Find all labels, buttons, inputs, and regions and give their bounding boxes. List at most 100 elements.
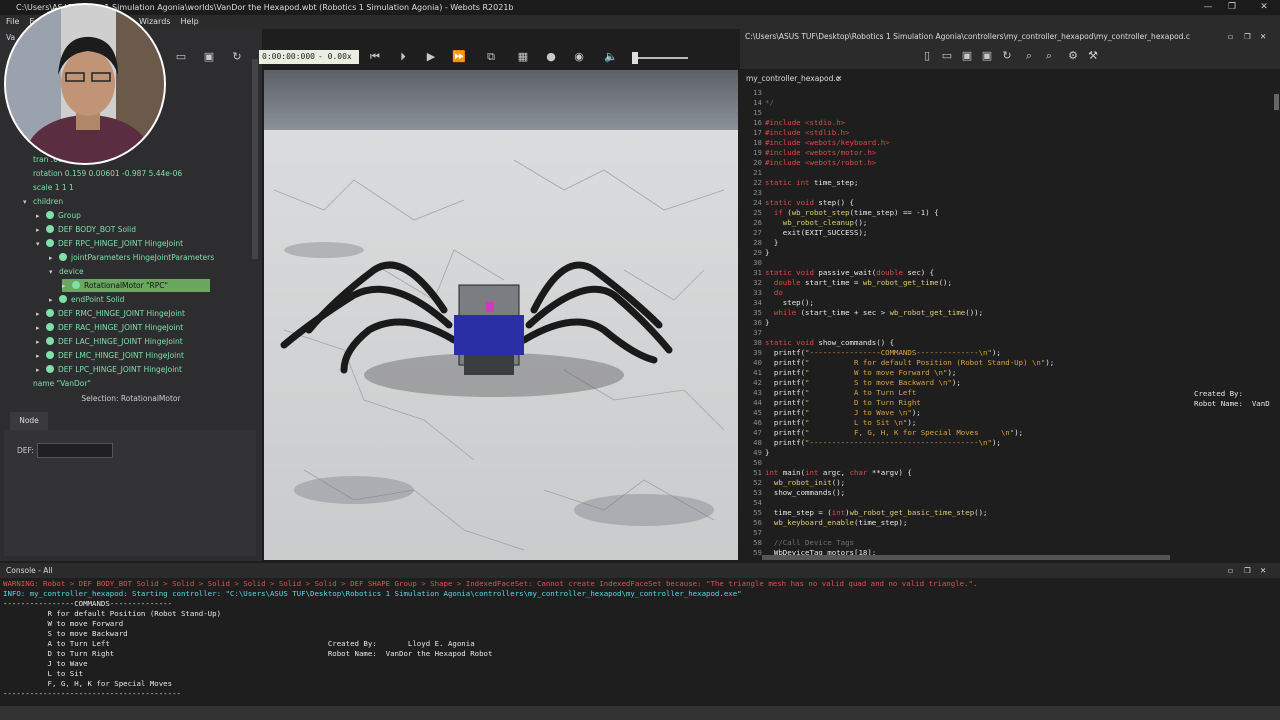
tab-my-controller-hexapod[interactable]: my_controller_hexapod.c ✕ [740, 70, 848, 87]
tree-node[interactable]: ▾ children [23, 195, 63, 208]
restore-icon[interactable]: ❐ [1220, 0, 1244, 15]
tab-close-icon[interactable]: ✕ [836, 70, 842, 87]
fast-forward-icon[interactable]: ⏩ [452, 50, 466, 64]
tree-node[interactable]: ▸ RotationalMotor "RPC" [62, 279, 210, 292]
code-token: wb_robot_init [765, 478, 832, 487]
tree-node[interactable]: ▸ jointParameters HingeJointParameters [49, 251, 214, 264]
expand-arrow-icon[interactable]: ▸ [36, 210, 46, 223]
code-token: " A to Turn Left [805, 388, 917, 397]
play-icon[interactable]: ▶ [424, 50, 438, 64]
tree-node[interactable]: ▸ DEF BODY_BOT Solid [36, 223, 136, 236]
tree-node[interactable]: ▸ DEF LAC_HINGE_JOINT HingeJoint [36, 335, 183, 348]
code-line: 34 step(); [740, 298, 814, 308]
record-icon[interactable]: ● [544, 50, 558, 64]
tree-node[interactable]: ▾ device [49, 265, 84, 278]
volume-slider[interactable] [632, 57, 688, 59]
code-token: ()); [965, 308, 984, 317]
code-line: 14 */ [740, 98, 774, 108]
code-hscrollbar[interactable] [762, 555, 1170, 560]
code-editor[interactable]: Created By: Robot Name: VanD 13 14 */15 16 #… [740, 88, 1274, 555]
build-icon[interactable]: ⚙ [1066, 49, 1080, 63]
line-number: 54 [753, 498, 762, 507]
editor-minimize-icon[interactable]: ▫ [1228, 29, 1233, 45]
code-line: 41 printf(" W to move Forward \n"); [740, 368, 956, 378]
line-number: 24 [753, 198, 762, 207]
tree-node[interactable]: ▸ DEF RMC_HINGE_JOINT HingeJoint [36, 307, 185, 320]
save-file-icon[interactable]: ▣ [980, 49, 994, 63]
node-dot-icon [46, 225, 54, 233]
tree-node-label: DEF RPC_HINGE_JOINT HingeJoint [58, 239, 184, 248]
save-world-icon[interactable]: ▣ [202, 50, 216, 64]
expand-arrow-icon[interactable]: ▸ [36, 322, 46, 335]
screenshot-icon[interactable]: ◉ [572, 50, 586, 64]
menu-item[interactable]: Wizards [139, 15, 170, 29]
code-token: if [765, 208, 788, 217]
expand-arrow-icon[interactable]: ▸ [36, 308, 46, 321]
def-input[interactable] [37, 443, 113, 458]
expand-arrow-icon[interactable]: ▸ [49, 294, 59, 307]
code-token: int [831, 508, 846, 517]
expand-arrow-icon[interactable]: ▾ [23, 196, 33, 209]
code-token: (); [938, 278, 952, 287]
rendering-icon[interactable]: ⧉ [484, 50, 498, 64]
tree-node[interactable]: scale 1 1 1 [23, 181, 74, 194]
line-number: 52 [753, 478, 762, 487]
tree-node[interactable]: ▸ Group [36, 209, 81, 222]
tree-node[interactable]: ▸ DEF RAC_HINGE_JOINT HingeJoint [36, 321, 183, 334]
tree-node[interactable]: ▸ DEF LMC_HINGE_JOINT HingeJoint [36, 349, 184, 362]
replace-icon[interactable]: ⌕ [1042, 49, 1056, 63]
code-token: sec) { [907, 268, 935, 277]
step-icon[interactable]: ⏵ [396, 50, 410, 64]
reset-simulation-icon[interactable]: ⏮ [368, 50, 382, 64]
editor-close-icon[interactable]: ✕ [1260, 29, 1266, 45]
tree-node[interactable]: ▸ endPoint Solid [49, 293, 124, 306]
console-restore-icon[interactable]: ❐ [1244, 563, 1251, 578]
editor-restore-icon[interactable]: ❐ [1244, 29, 1251, 45]
revert-icon[interactable]: ↻ [1000, 49, 1014, 63]
close-icon[interactable]: ✕ [1252, 0, 1276, 15]
scene-tree-scrollbar[interactable] [252, 59, 258, 259]
tree-node[interactable]: name "VanDor" [23, 377, 91, 390]
save-disabled-icon[interactable]: ▣ [960, 49, 974, 63]
tree-node[interactable]: ▾ DEF RPC_HINGE_JOINT HingeJoint [36, 237, 183, 250]
expand-arrow-icon[interactable]: ▸ [36, 336, 46, 349]
simulation-time: 0:00:00:000 - 0.00x [259, 50, 359, 64]
tree-node[interactable]: ▸ DEF LPC_HINGE_JOINT HingeJoint [36, 363, 182, 376]
expand-arrow-icon[interactable]: ▸ [36, 224, 46, 237]
window-titlebar: C:\Users\AS \Robotics 1 Simulation Agoni… [0, 0, 1280, 15]
find-icon[interactable]: ⌕ [1022, 49, 1036, 63]
console-output[interactable]: WARNING: Robot > DEF BODY_BOT Solid > So… [0, 578, 1280, 706]
console-minimize-icon[interactable]: ▫ [1228, 563, 1233, 578]
reload-world-icon[interactable]: ↻ [230, 50, 244, 64]
menu-item[interactable]: Help [180, 15, 198, 29]
code-token: wb_robot_cleanup [765, 218, 854, 227]
movie-icon[interactable]: ▦ [516, 50, 530, 64]
expand-arrow-icon[interactable]: ▸ [36, 364, 46, 377]
minimize-icon[interactable]: — [1196, 0, 1220, 15]
code-token: (); [974, 508, 988, 517]
expand-arrow-icon[interactable]: ▸ [36, 350, 46, 363]
status-bar [0, 706, 1280, 720]
tree-node[interactable]: rotation 0.159 0.00601 -0.987 5.44e-06 [23, 167, 182, 180]
code-token: //Call Device Tags [765, 538, 854, 547]
tab-node[interactable]: Node [10, 412, 48, 430]
code-vscrollbar[interactable] [1274, 94, 1279, 110]
expand-arrow-icon[interactable]: ▸ [62, 280, 72, 293]
volume-icon[interactable]: 🔈 [604, 50, 618, 64]
open-world-icon[interactable]: ▭ [174, 50, 188, 64]
expand-arrow-icon[interactable]: ▾ [49, 266, 59, 279]
expand-arrow-icon[interactable]: ▸ [49, 252, 59, 265]
tab-label: my_controller_hexapod.c [746, 74, 840, 83]
menu-item[interactable]: File [6, 15, 19, 29]
expand-arrow-icon[interactable]: ▾ [36, 238, 46, 251]
open-file-icon[interactable]: ▭ [940, 49, 954, 63]
new-file-icon[interactable]: ▯ [920, 49, 934, 63]
console-close-icon[interactable]: ✕ [1260, 563, 1266, 578]
volume-slider-handle[interactable] [632, 52, 638, 64]
node-dot-icon [46, 337, 54, 345]
clean-icon[interactable]: ⚒ [1086, 49, 1100, 63]
node-dot-icon [46, 309, 54, 317]
3d-view[interactable] [264, 70, 738, 560]
code-token: ); [991, 438, 1001, 447]
code-token: WbDeviceTag motors[18]; [765, 548, 877, 555]
